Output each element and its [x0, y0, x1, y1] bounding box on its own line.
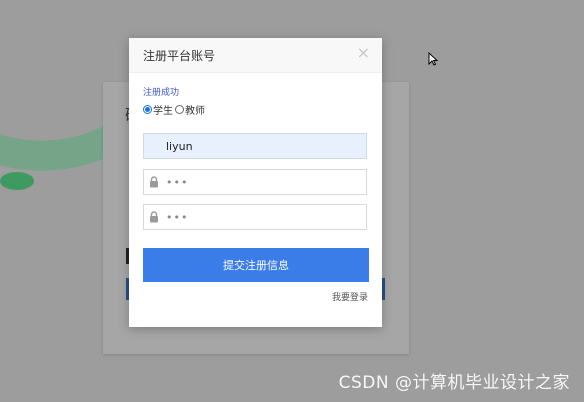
- watermark-text: CSDN @计算机毕业设计之家: [338, 373, 570, 393]
- lock-icon: [150, 211, 158, 223]
- confirm-password-input[interactable]: •••: [143, 204, 367, 230]
- confirm-password-mask: •••: [166, 211, 189, 224]
- role-label-teacher[interactable]: 教师: [185, 102, 205, 117]
- role-radio-teacher[interactable]: [175, 105, 184, 114]
- username-input[interactable]: liyun: [143, 133, 367, 159]
- dialog-header: 注册平台账号 ×: [129, 38, 382, 73]
- close-icon[interactable]: ×: [357, 44, 370, 62]
- password-mask: •••: [166, 176, 189, 189]
- username-value: liyun: [166, 140, 193, 153]
- dialog-title: 注册平台账号: [143, 49, 216, 63]
- role-label-student[interactable]: 学生: [153, 102, 173, 117]
- role-radio-student[interactable]: [143, 105, 152, 114]
- background-decoration-dot: [0, 172, 34, 190]
- register-dialog: 注册平台账号 × 注册成功 学生 教师 liyun ••• ••• 提交注册信息…: [129, 38, 382, 327]
- submit-register-button[interactable]: 提交注册信息: [143, 248, 369, 282]
- mouse-cursor-icon: [428, 52, 438, 66]
- role-radio-group: 学生 教师: [143, 102, 207, 117]
- password-input[interactable]: •••: [143, 169, 367, 195]
- register-status-text: 注册成功: [143, 88, 180, 98]
- lock-icon: [150, 176, 158, 188]
- go-login-link[interactable]: 我要登录: [332, 290, 368, 303]
